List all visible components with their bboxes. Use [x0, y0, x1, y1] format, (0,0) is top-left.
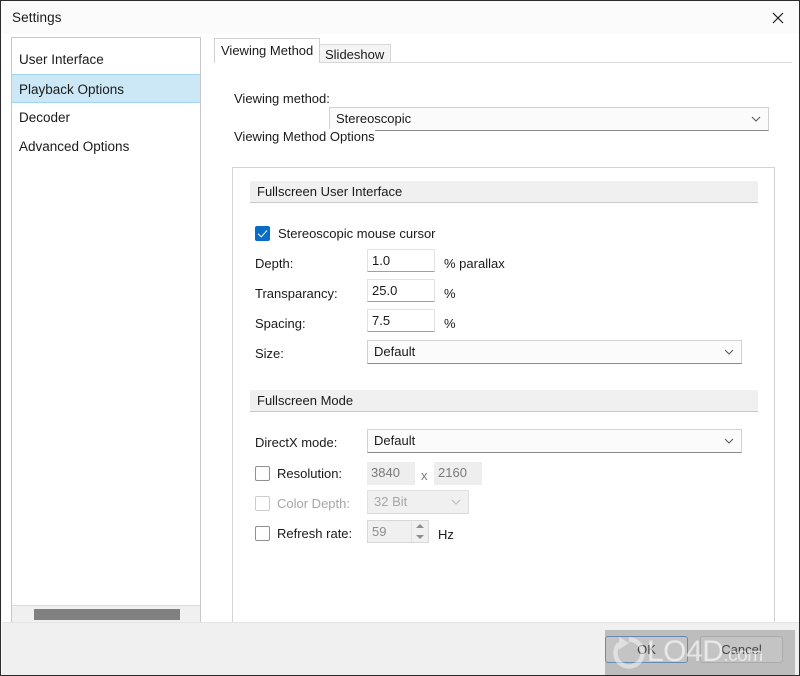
sidebar-item-label: Playback Options [19, 82, 125, 97]
color-depth-checkbox[interactable] [255, 496, 270, 511]
color-depth-label: Color Depth: [277, 496, 350, 511]
directx-mode-select[interactable]: Default [367, 429, 742, 453]
window-title: Settings [12, 10, 62, 25]
refresh-rate-checkbox[interactable] [255, 526, 270, 541]
depth-label: Depth: [255, 256, 294, 271]
tab-strip: Viewing Method Slideshow [214, 37, 792, 63]
stereoscopic-cursor-label: Stereoscopic mouse cursor [278, 226, 436, 241]
viewing-method-label: Viewing method: [234, 91, 330, 106]
stereoscopic-cursor-checkbox[interactable] [255, 226, 270, 241]
fullscreen-mode-section-header: Fullscreen Mode [250, 390, 758, 412]
sidebar-item-label: Advanced Options [19, 139, 130, 154]
directx-mode-value: Default [374, 433, 416, 448]
sidebar-item-label: User Interface [19, 52, 104, 67]
close-icon [772, 12, 784, 23]
spacing-input[interactable]: 7.5 [367, 309, 435, 332]
tab-label: Slideshow [325, 47, 385, 62]
chevron-down-icon [724, 349, 734, 355]
resolution-checkbox[interactable] [255, 466, 270, 481]
sidebar-horizontal-scrollbar[interactable] [12, 605, 200, 622]
tab-slideshow[interactable]: Slideshow [318, 44, 392, 63]
sidebar-item-user-interface[interactable]: User Interface [12, 45, 200, 74]
chevron-down-icon [451, 499, 461, 505]
settings-nav-list[interactable]: User Interface Playback Options Decoder … [11, 37, 201, 623]
size-value: Default [374, 344, 416, 359]
tab-viewing-method[interactable]: Viewing Method [214, 38, 321, 63]
size-label: Size: [255, 346, 284, 361]
sidebar-item-label: Decoder [19, 110, 71, 125]
viewing-method-select[interactable]: Stereoscopic [329, 107, 769, 131]
transparancy-label: Transparancy: [255, 286, 338, 301]
color-depth-select[interactable]: 32 Bit [367, 490, 469, 514]
settings-window: Settings User Interface Playback Options… [0, 0, 800, 676]
transparancy-unit: % [444, 286, 456, 301]
ok-button[interactable]: OK [605, 636, 688, 663]
dialog-content: User Interface Playback Options Decoder … [2, 34, 799, 640]
dialog-footer: OK Cancel [2, 622, 799, 675]
resolution-width-input[interactable]: 3840 [367, 462, 415, 485]
resolution-separator: x [421, 468, 428, 483]
refresh-rate-unit: Hz [438, 527, 454, 542]
refresh-rate-spinner[interactable]: 59 [367, 520, 429, 543]
color-depth-value: 32 Bit [374, 494, 408, 509]
chevron-down-icon [724, 438, 734, 444]
spacing-unit: % [444, 316, 456, 331]
close-button[interactable] [756, 2, 799, 33]
title-bar: Settings [2, 2, 799, 34]
chevron-down-icon [751, 116, 761, 122]
scrollbar-thumb[interactable] [34, 609, 180, 620]
directx-mode-label: DirectX mode: [255, 435, 338, 450]
viewing-method-value: Stereoscopic [336, 111, 412, 126]
sidebar-item-decoder[interactable]: Decoder [12, 103, 200, 132]
resolution-label: Resolution: [277, 466, 343, 481]
depth-unit: % parallax [444, 256, 505, 271]
refresh-rate-label: Refresh rate: [277, 526, 353, 541]
fullscreen-ui-section-header: Fullscreen User Interface [250, 181, 758, 203]
spacing-label: Spacing: [255, 316, 306, 331]
tab-label: Viewing Method [221, 43, 314, 58]
sidebar-item-playback-options[interactable]: Playback Options [12, 74, 200, 103]
cancel-button[interactable]: Cancel [700, 636, 783, 663]
transparancy-input[interactable]: 25.0 [367, 279, 435, 302]
size-select[interactable]: Default [367, 340, 742, 364]
spinner-arrows-icon[interactable] [411, 521, 427, 542]
refresh-rate-value: 59 [372, 524, 387, 539]
viewing-method-page: Viewing method: Stereoscopic Viewing Met… [214, 62, 792, 640]
depth-input[interactable]: 1.0 [367, 249, 435, 272]
options-group-caption: Viewing Method Options [234, 129, 375, 144]
resolution-height-input[interactable]: 2160 [434, 462, 482, 485]
sidebar-item-advanced-options[interactable]: Advanced Options [12, 132, 200, 161]
